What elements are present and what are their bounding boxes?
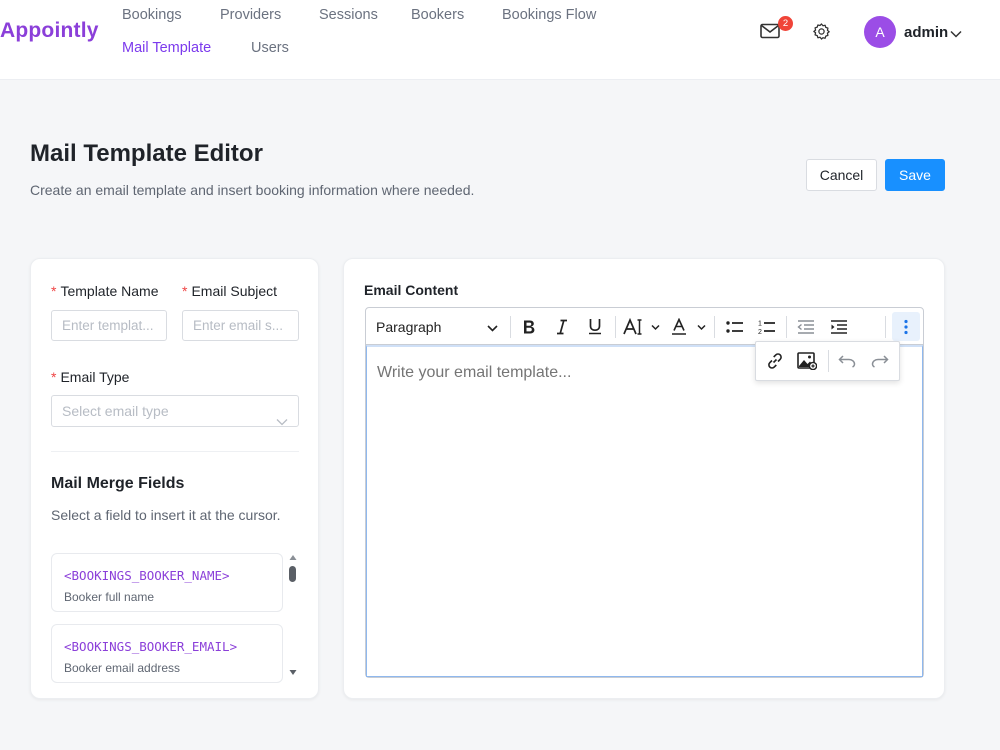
merge-field-code: <BOOKINGS_BOOKER_EMAIL> [64,639,238,654]
app-logo[interactable]: Appointly [0,19,99,43]
email-type-placeholder: Select email type [62,403,169,419]
numbered-list-icon[interactable]: 12 [753,308,781,345]
notification-badge: 2 [778,16,793,31]
toolbar-separator [786,316,787,338]
undo-icon[interactable] [832,342,862,380]
nav-bookings[interactable]: Bookings [122,7,182,23]
indent-icon[interactable] [825,308,853,345]
email-type-select[interactable]: Select email type [51,395,299,427]
email-type-label: * Email Type [51,369,129,385]
required-mark: * [182,283,188,299]
font-color-icon[interactable] [670,308,710,345]
scroll-up-arrow-icon[interactable] [289,555,297,560]
template-name-input[interactable] [51,310,167,341]
email-subject-input[interactable] [182,310,299,341]
overflow-toolbar [755,341,900,381]
email-type-label-text: Email Type [60,369,130,385]
nav-mail-template[interactable]: Mail Template [122,40,211,56]
editor-toolbar: Paragraph 1 2 [366,308,923,345]
toolbar-separator [885,316,886,338]
merge-fields-subtitle: Select a field to insert it at the curso… [51,507,281,523]
bold-icon[interactable] [516,308,542,345]
block-format-value: Paragraph [376,318,442,335]
toolbar-separator [828,350,829,372]
top-header: Appointly Bookings Providers Sessions Bo… [0,0,1000,80]
editor-placeholder: Write your email template... [377,364,572,381]
user-avatar[interactable]: A [864,16,896,48]
merge-field-description: Booker email address [64,661,181,675]
chevron-down-icon[interactable] [950,25,962,43]
font-size-icon[interactable] [622,308,664,345]
merge-field-description: Booker full name [64,590,155,604]
nav-users[interactable]: Users [251,40,289,56]
scrollbar-thumb[interactable] [289,566,296,582]
toolbar-separator [714,316,715,338]
merge-fields-title: Mail Merge Fields [51,475,185,492]
user-name[interactable]: admin [904,24,948,41]
section-divider [51,451,299,452]
svg-text:1: 1 [758,320,762,327]
chevron-down-icon [276,406,288,436]
email-content-area[interactable]: Write your email template... [366,345,923,677]
page-subtitle: Create an email template and insert book… [30,182,475,198]
image-icon[interactable] [792,342,822,380]
template-name-label-text: Template Name [60,283,159,299]
redo-icon[interactable] [865,342,895,380]
svg-text:2: 2 [758,329,762,335]
merge-field-item[interactable]: <BOOKINGS_BOOKER_EMAIL> Booker email add… [51,624,283,683]
template-name-label: * Template Name [51,283,159,299]
email-subject-label: * Email Subject [182,283,277,299]
required-mark: * [51,283,57,299]
save-button[interactable]: Save [885,159,945,191]
bullet-list-icon[interactable] [721,308,749,345]
cancel-button[interactable]: Cancel [806,159,877,191]
nav-providers[interactable]: Providers [220,7,281,23]
email-content-label: Email Content [364,282,459,298]
toolbar-separator [510,316,511,338]
template-settings-card: *Template Name *Email Subject *Email Typ… [30,258,319,699]
mail-icon[interactable] [760,23,780,44]
required-mark: * [51,369,57,385]
toolbar-separator [615,316,616,338]
nav-bookers[interactable]: Bookers [411,7,464,23]
email-content-card: Email Content Paragraph 1 2 Write your e… [343,258,945,699]
block-format-dropdown[interactable]: Paragraph [376,308,502,345]
settings-gear-icon[interactable] [812,22,831,46]
outdent-icon[interactable] [792,308,820,345]
email-subject-label-text: Email Subject [191,283,278,299]
more-icon[interactable] [892,312,920,341]
underline-icon[interactable] [582,308,608,345]
chevron-down-icon [487,319,498,335]
nav-bookings-flow[interactable]: Bookings Flow [502,7,596,23]
merge-field-code: <BOOKINGS_BOOKER_NAME> [64,568,230,583]
link-icon[interactable] [760,342,790,380]
merge-field-item[interactable]: <BOOKINGS_BOOKER_NAME> Booker full name [51,553,283,612]
nav-sessions[interactable]: Sessions [319,7,378,23]
scroll-down-arrow-icon[interactable] [289,670,297,675]
page-title: Mail Template Editor [30,140,263,167]
italic-icon[interactable] [549,308,575,345]
